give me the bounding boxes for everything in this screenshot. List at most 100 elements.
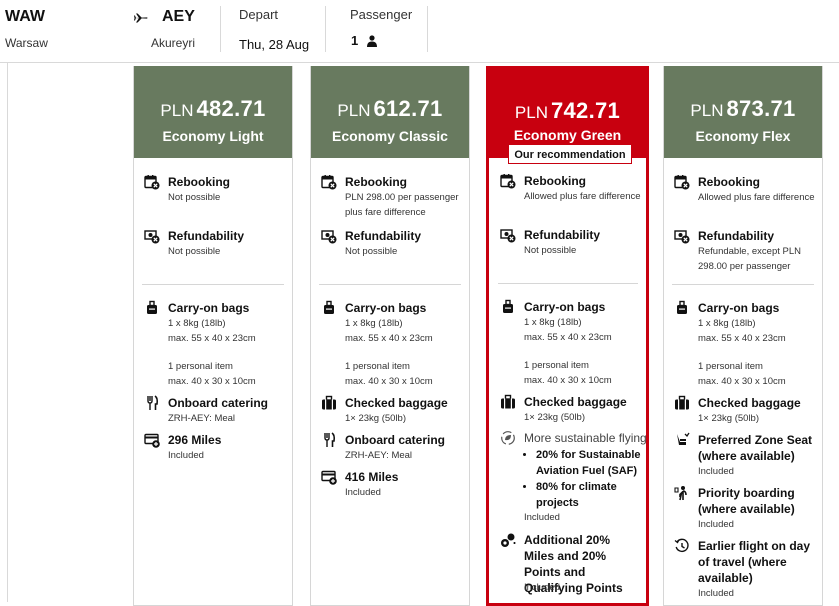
header-divider [427, 6, 428, 52]
recommendation-badge: Our recommendation [508, 144, 632, 164]
feature-detail: Included [698, 588, 734, 599]
price-amount: 482.71 [196, 96, 266, 121]
money-x-icon [674, 228, 690, 244]
feature-detail: 1 x 8kg (18lb) [524, 317, 582, 328]
fare-card-economy-flex[interactable]: PLN 873.71 Economy Flex Rebooking Allowed… [663, 66, 823, 606]
depart-date[interactable]: Depart Thu, 28 Aug [221, 0, 325, 54]
card-divider [498, 283, 638, 284]
feature-detail: 1 personal item [698, 361, 763, 372]
plane-icon [134, 10, 148, 23]
feature-detail: Included [698, 519, 734, 530]
feature-title: Carry-on bags [345, 301, 427, 315]
person-icon [366, 34, 378, 47]
passenger-selector[interactable]: Passenger 1 [326, 0, 426, 54]
price-currency: PLN [337, 101, 371, 120]
search-summary-bar: WAW Warsaw AEY Akureyri Depart Thu, 28 A… [0, 0, 839, 63]
feature-detail: 1 x 8kg (18lb) [345, 318, 403, 329]
feature-title: Preferred Zone Seat (where available) [698, 433, 813, 463]
fare-name: Economy Light [162, 128, 264, 144]
destination[interactable]: AEY Akureyri [130, 0, 210, 54]
feature-detail: max. 40 x 30 x 10cm [345, 376, 433, 387]
feature-detail: 1× 23kg (50lb) [524, 412, 585, 423]
feature-detail: plus fare difference [345, 207, 426, 218]
feature-title: Checked baggage [698, 396, 801, 410]
feature-detail: ZRH-AEY: Meal [168, 413, 236, 424]
bullet-item: 20% for Sustainable Aviation Fuel (SAF) [536, 447, 648, 479]
feature-detail: max. 40 x 30 x 10cm [698, 376, 786, 387]
fare-price: PLN 742.71 [489, 98, 646, 124]
feature-title: Rebooking [524, 174, 586, 188]
feature-detail: Not possible [168, 192, 221, 203]
money-x-icon [321, 228, 337, 244]
feature-detail: PLN 298.00 per passenger [345, 192, 459, 203]
feature-title: 296 Miles [168, 433, 222, 447]
feature-title: Carry-on bags [168, 301, 250, 315]
feature-title: Carry-on bags [698, 301, 780, 315]
fare-price: PLN 612.71 [311, 96, 469, 122]
feature-title: Refundability [524, 228, 601, 242]
seat-icon [674, 432, 690, 448]
fare-card-header[interactable]: PLN 612.71 Economy Classic [311, 66, 469, 158]
calendar-x-icon [144, 174, 160, 190]
calendar-x-icon [674, 174, 690, 190]
fare-price: PLN 873.71 [664, 96, 822, 122]
feature-detail: Refundable, except PLN [698, 246, 801, 257]
price-amount: 873.71 [726, 96, 796, 121]
origin-code: WAW [5, 8, 45, 25]
feature-detail: ZRH-AEY: Meal [345, 450, 413, 461]
feature-detail: 1× 23kg (50lb) [345, 413, 406, 424]
depart-value: Thu, 28 Aug [239, 37, 310, 52]
feature-detail: max. 55 x 40 x 23cm [345, 333, 433, 344]
feature-detail: Included [524, 512, 560, 523]
feature-detail: Not possible [168, 246, 221, 257]
feature-title: More sustainable flying [524, 431, 647, 445]
miles-card-icon [321, 469, 337, 485]
origin-city: Warsaw [5, 36, 48, 50]
feature-title: Earlier flight on day of travel (where a… [698, 539, 811, 585]
fare-name: Economy Flex [695, 128, 791, 144]
destination-code: AEY [162, 8, 195, 25]
origin[interactable]: WAW Warsaw [0, 0, 120, 54]
feature-title: Priority boarding (where available) [698, 486, 795, 516]
feature-detail: Included [168, 450, 204, 461]
destination-city: Akureyri [151, 36, 196, 50]
suitcase-icon [321, 395, 337, 411]
price-currency: PLN [514, 103, 548, 122]
feature-title: Rebooking [345, 175, 407, 189]
fare-card-economy-classic[interactable]: PLN 612.71 Economy Classic Rebooking PLN … [310, 66, 470, 606]
fare-card-header[interactable]: PLN 482.71 Economy Light [134, 66, 292, 158]
depart-label: Depart [239, 7, 279, 22]
carry-on-bag-icon [144, 300, 160, 316]
feature-detail: 1 x 8kg (18lb) [698, 318, 756, 329]
carry-on-bag-icon [674, 300, 690, 316]
feature-title: Onboard catering [168, 396, 269, 410]
card-divider [142, 284, 284, 285]
fare-card-economy-green[interactable]: PLN 742.71 Economy Green Our recommendati… [486, 66, 649, 606]
fare-card-header[interactable]: PLN 873.71 Economy Flex [664, 66, 822, 158]
coins-icon [500, 532, 516, 548]
miles-card-icon [144, 432, 160, 448]
calendar-x-icon [500, 173, 516, 189]
feature-detail: max. 40 x 30 x 10cm [168, 376, 256, 387]
price-amount: 742.71 [550, 98, 621, 123]
carry-on-bag-icon [321, 300, 337, 316]
priority-boarding-icon [674, 485, 690, 501]
fare-card-economy-light[interactable]: PLN 482.71 Economy Light Rebooking Not po… [133, 66, 293, 606]
feature-detail: 1 personal item [345, 361, 410, 372]
feature-detail: max. 55 x 40 x 23cm [168, 333, 256, 344]
feature-detail: 1 personal item [168, 361, 233, 372]
feature-title: Refundability [168, 229, 245, 243]
left-column-divider [7, 63, 8, 602]
clock-back-icon [674, 538, 690, 554]
leaf-cycle-icon [500, 430, 516, 446]
feature-detail: Included [524, 582, 560, 593]
calendar-x-icon [321, 174, 337, 190]
price-amount: 612.71 [373, 96, 443, 121]
feature-detail: 1 x 8kg (18lb) [168, 318, 226, 329]
feature-title: Carry-on bags [524, 300, 606, 314]
feature-detail: Allowed plus fare difference [524, 191, 641, 202]
feature-title: Refundability [345, 229, 422, 243]
feature-title: Rebooking [698, 175, 760, 189]
sustainable-bullets: 20% for Sustainable Aviation Fuel (SAF) … [524, 447, 648, 511]
fare-name: Economy Classic [332, 128, 448, 144]
